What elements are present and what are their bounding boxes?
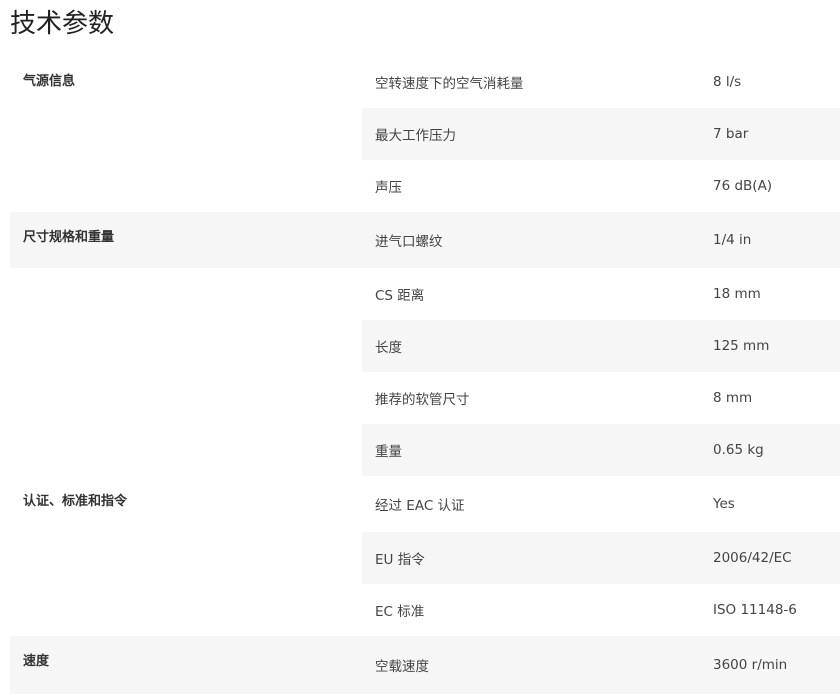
- spec-value: 8 l/s: [713, 74, 742, 90]
- spec-value: 18 mm: [713, 286, 761, 302]
- group-name: 尺寸规格和重量: [10, 212, 362, 476]
- group-name: 气源信息: [23, 74, 76, 89]
- spec-value: 76 dB(A): [713, 178, 773, 194]
- spec-label: 空转速度下的空气消耗量: [375, 76, 524, 92]
- spec-value: 3600 r/min: [713, 657, 788, 673]
- spec-value: 125 mm: [713, 338, 770, 354]
- spec-table: 气源信息 空转速度下的空气消耗量 8 l/s 最大工作压力 7 bar 声压 7…: [10, 56, 840, 694]
- spec-row: 空载速度 3600 r/min: [362, 636, 840, 694]
- spec-label: 经过 EAC 认证: [375, 498, 465, 514]
- spec-row: 经过 EAC 认证 Yes: [362, 476, 840, 532]
- spec-label: EC 标准: [375, 604, 425, 620]
- spec-row: EC 标准 ISO 11148-6: [362, 584, 840, 636]
- spec-row: EU 指令 2006/42/EC: [362, 532, 840, 584]
- spec-row: CS 距离 18 mm: [362, 268, 840, 320]
- spec-label: 长度: [375, 340, 402, 356]
- spec-row: 最大工作压力 7 bar: [362, 108, 840, 160]
- spec-label: 最大工作压力: [375, 128, 456, 144]
- spec-label: 声压: [375, 180, 402, 196]
- spec-row: 重量 0.65 kg: [362, 424, 840, 476]
- spec-group-air: 气源信息 空转速度下的空气消耗量 8 l/s 最大工作压力 7 bar 声压 7…: [10, 56, 840, 212]
- spec-group-speed: 速度 空载速度 3600 r/min: [10, 636, 840, 694]
- spec-label: CS 距离: [375, 288, 425, 304]
- spec-value: Yes: [713, 496, 735, 512]
- page: 技术参数 气源信息 空转速度下的空气消耗量 8 l/s 最大工作压力 7 bar…: [0, 0, 840, 700]
- spec-label: 推荐的软管尺寸: [375, 392, 470, 408]
- spec-row: 声压 76 dB(A): [362, 160, 840, 212]
- spec-value: 8 mm: [713, 390, 753, 406]
- spec-label: 重量: [375, 444, 402, 460]
- spec-group-certification: 认证、标准和指令 经过 EAC 认证 Yes EU 指令 2006/42/EC …: [10, 476, 840, 636]
- spec-label: 进气口螺纹: [375, 234, 443, 250]
- spec-group-dimensions: 尺寸规格和重量 进气口螺纹 1/4 in CS 距离 18 mm 长度 125 …: [10, 212, 840, 476]
- spec-row: 推荐的软管尺寸 8 mm: [362, 372, 840, 424]
- spec-value: 2006/42/EC: [713, 550, 792, 566]
- spec-row: 长度 125 mm: [362, 320, 840, 372]
- spec-label: 空载速度: [375, 659, 429, 675]
- spec-value: 7 bar: [713, 126, 749, 142]
- spec-row: 进气口螺纹 1/4 in: [362, 212, 840, 268]
- spec-value: 0.65 kg: [713, 442, 764, 458]
- page-title: 技术参数: [10, 9, 115, 39]
- spec-label: EU 指令: [375, 552, 425, 568]
- spec-row: 空转速度下的空气消耗量 8 l/s: [362, 56, 840, 108]
- group-name: 速度: [23, 654, 50, 669]
- spec-value: 1/4 in: [713, 232, 752, 248]
- group-name: 认证、标准和指令: [23, 494, 128, 509]
- spec-value: ISO 11148-6: [713, 602, 797, 618]
